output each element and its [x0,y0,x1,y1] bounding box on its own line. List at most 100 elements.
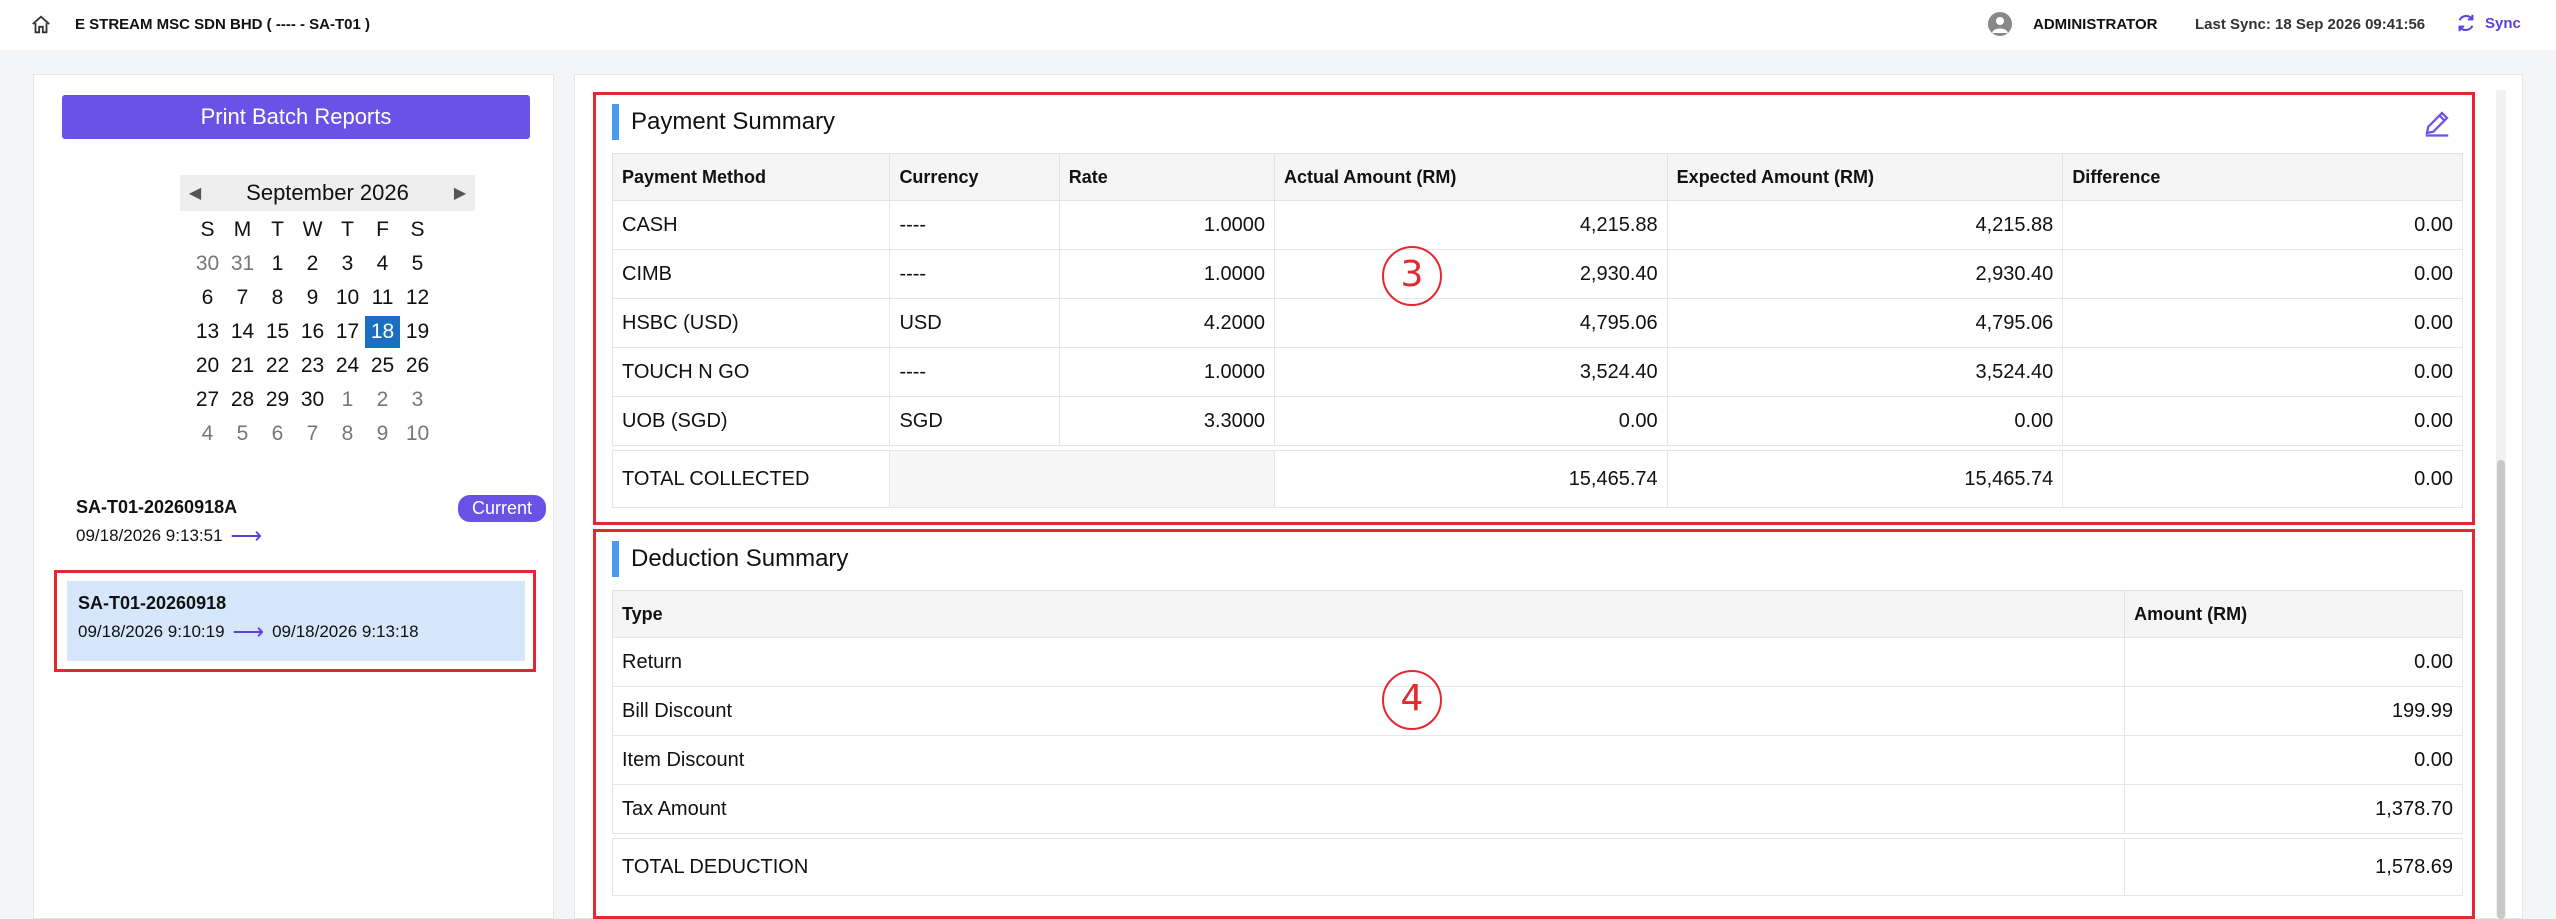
calendar-day[interactable]: 2 [295,248,330,280]
table-row: TOUCH N GO ---- 1.0000 3,524.40 3,524.40 0.00 [611,347,2463,397]
calendar-day[interactable]: 8 [260,282,295,314]
column-header[interactable]: Expected Amount (RM) [1666,153,2064,201]
calendar-day[interactable]: 17 [330,316,365,348]
table-row: HSBC (USD) USD 4.2000 4,795.06 4,795.06 0.00 [611,298,2463,348]
next-month-icon[interactable]: ▶ [445,183,475,203]
table-cell: 2,930.40 [1666,249,2064,299]
annotation-marker: 4 [1382,670,1442,730]
column-header[interactable]: Difference [2062,153,2463,201]
user-avatar-icon[interactable] [1988,12,2012,36]
total-amount: 1,578.69 [2124,838,2463,896]
calendar-day[interactable]: 11 [365,282,400,314]
calendar-day[interactable]: 16 [295,316,330,348]
weekday-label: T [271,218,284,241]
calendar-month-label: September 2026 [246,180,409,205]
calendar-day[interactable]: 30 [190,248,225,280]
prev-month-icon[interactable]: ◀ [180,183,210,203]
column-header[interactable]: Payment Method [611,153,891,201]
calendar-day[interactable]: 10 [400,418,435,450]
column-header[interactable]: Currency [889,153,1060,201]
calendar-day[interactable]: 4 [365,248,400,280]
calendar-day[interactable]: 4 [190,418,225,450]
table-cell: 0.00 [2062,298,2463,348]
column-header[interactable]: Type [611,590,2126,638]
batch-start-time: 09/18/2026 9:10:19 [78,622,225,641]
calendar-day[interactable]: 2 [365,384,400,416]
user-name[interactable]: ADMINISTRATOR [2033,16,2157,33]
calendar-day[interactable]: 20 [190,350,225,382]
calendar-day[interactable]: 23 [295,350,330,382]
calendar-day[interactable]: 1 [330,384,365,416]
table-cell: 3,524.40 [1274,347,1668,397]
table-cell: 2,930.40 [1274,249,1668,299]
table-cell: 0.00 [2124,637,2463,687]
annotation-marker: 3 [1382,246,1442,306]
batch-time-range: 09/18/2026 9:13:51 ⟶ [76,525,546,547]
table-cell: ---- [889,249,1060,299]
edit-icon[interactable] [2422,108,2452,138]
calendar-day[interactable]: 19 [400,316,435,348]
last-sync-status: Last Sync: 18 Sep 2026 09:41:56 [2195,16,2426,33]
calendar-day[interactable]: 13 [190,316,225,348]
highlight-box-batch: SA-T01-20260918 09/18/2026 9:10:19 ⟶ 09/… [54,570,536,672]
calendar-day[interactable]: 25 [365,350,400,382]
table-row: CIMB ---- 1.0000 2,930.40 2,930.40 0.00 [611,249,2463,299]
total-deduction-row: TOTAL DEDUCTION 1,578.69 [611,838,2463,896]
payment-summary-heading: Payment Summary [612,104,835,140]
batch-item-selected[interactable]: SA-T01-20260918 09/18/2026 9:10:19 ⟶ 09/… [67,581,525,661]
calendar-day[interactable]: 3 [400,384,435,416]
calendar-day[interactable]: 9 [295,282,330,314]
calendar-day[interactable]: 10 [330,282,365,314]
calendar-day[interactable]: 7 [225,282,260,314]
table-row: Return 0.00 [611,637,2463,687]
scrollbar-thumb[interactable] [2497,460,2505,919]
print-batch-reports-button[interactable]: Print Batch Reports [62,95,530,139]
column-header[interactable]: Amount (RM) [2124,590,2463,638]
calendar-day[interactable]: 7 [295,418,330,450]
total-collected-row: TOTAL COLLECTED 15,465.74 15,465.74 0.00 [611,450,2463,508]
table-row: Item Discount 0.00 [611,735,2463,785]
total-expected: 15,465.74 [1666,450,2064,508]
table-cell: 1.0000 [1058,347,1276,397]
table-cell: 4.2000 [1058,298,1276,348]
table-cell: 0.00 [1274,396,1668,446]
calendar-day[interactable]: 27 [190,384,225,416]
batch-time-range: 09/18/2026 9:10:19 ⟶ 09/18/2026 9:13:18 [78,621,514,643]
calendar-day[interactable]: 6 [190,282,225,314]
table-row: Tax Amount 1,378.70 [611,784,2463,834]
calendar-day[interactable]: 29 [260,384,295,416]
sync-icon [2458,14,2474,32]
column-header[interactable]: Actual Amount (RM) [1274,153,1668,201]
calendar-day[interactable]: 30 [295,384,330,416]
sync-button[interactable]: Sync [2455,12,2521,34]
calendar-day[interactable]: 18 [365,316,400,348]
calendar-day[interactable]: 5 [225,418,260,450]
calendar-header: ◀ September 2026 ▶ [180,175,475,211]
calendar-day[interactable]: 22 [260,350,295,382]
calendar-day[interactable]: 24 [330,350,365,382]
calendar: ◀ September 2026 ▶ S M T W T F S 30 31 1 2 3 4 5 6 7 8 9 1… [147,175,475,451]
home-icon[interactable] [30,14,52,36]
calendar-day[interactable]: 5 [400,248,435,280]
calendar-day[interactable]: 31 [225,248,260,280]
table-cell: Return [611,637,2126,687]
calendar-day[interactable]: 21 [225,350,260,382]
column-header[interactable]: Rate [1058,153,1276,201]
calendar-day[interactable]: 28 [225,384,260,416]
calendar-day[interactable]: 1 [260,248,295,280]
batch-sidebar: Print Batch Reports ◀ September 2026 ▶ S… [33,74,554,919]
calendar-day[interactable]: 9 [365,418,400,450]
table-cell: TOUCH N GO [611,347,891,397]
calendar-day[interactable]: 26 [400,350,435,382]
calendar-day[interactable]: 15 [260,316,295,348]
deduction-summary-heading: Deduction Summary [612,541,848,577]
weekday-label: S [410,218,425,241]
calendar-day[interactable]: 3 [330,248,365,280]
batch-item-current[interactable]: SA-T01-20260918A Current 09/18/2026 9:13… [76,495,546,547]
calendar-day[interactable]: 8 [330,418,365,450]
calendar-day[interactable]: 6 [260,418,295,450]
table-row: UOB (SGD) SGD 3.3000 0.00 0.00 0.00 [611,396,2463,446]
calendar-day[interactable]: 12 [400,282,435,314]
table-cell: 0.00 [2062,249,2463,299]
calendar-day[interactable]: 14 [225,316,260,348]
